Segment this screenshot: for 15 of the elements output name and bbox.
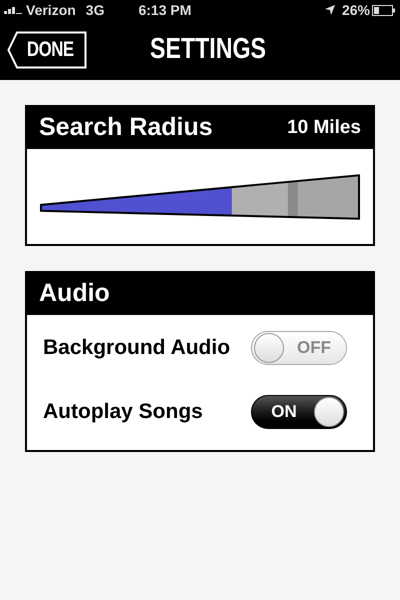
time-text: 6:13 PM <box>138 0 192 20</box>
done-button[interactable]: DONE <box>7 31 87 69</box>
card-title: Audio <box>39 278 110 310</box>
toggle-switch[interactable]: ON <box>251 395 347 429</box>
network-text: 3G <box>86 0 104 20</box>
screen-title: SETTINGS <box>150 32 266 68</box>
radius-value: 10 Miles <box>287 116 361 140</box>
setting-label: Background Audio <box>43 335 230 362</box>
battery-icon <box>372 4 396 16</box>
setting-label: Autoplay Songs <box>43 399 203 426</box>
carrier-text: Verizon <box>26 0 76 20</box>
signal-icon <box>4 6 24 14</box>
card-title: Search Radius <box>39 112 213 144</box>
location-icon <box>324 4 336 16</box>
battery-text: 26% <box>342 0 370 20</box>
